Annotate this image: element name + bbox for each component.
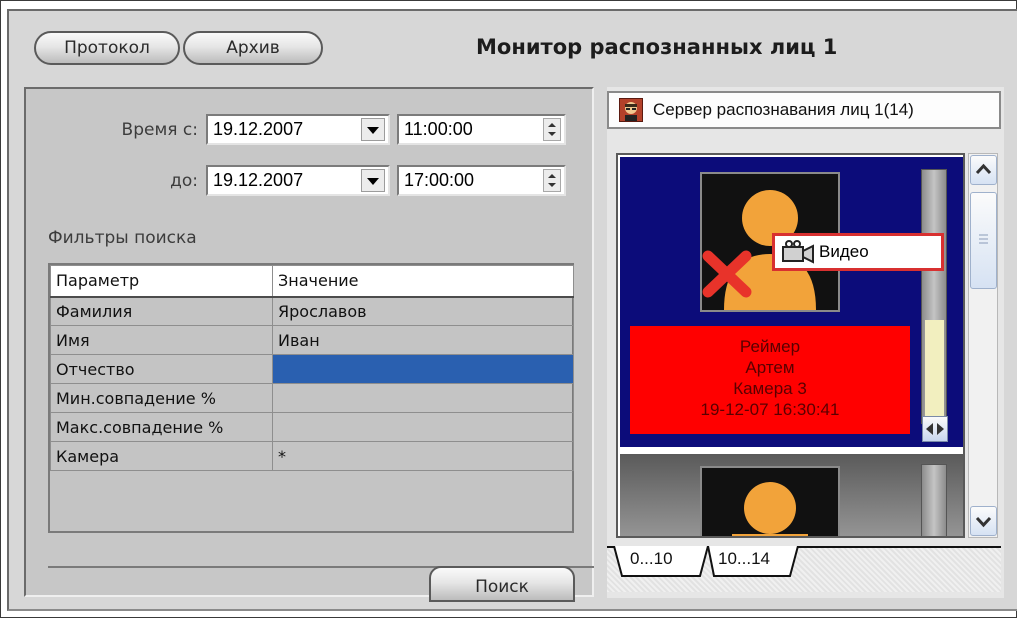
server-selector[interactable]: Сервер распознавания лиц 1(14) xyxy=(607,91,1001,129)
time-from-field[interactable]: 11:00:00 xyxy=(397,114,566,145)
similarity-bar xyxy=(921,169,947,424)
recognition-card[interactable]: Реймер Артем Камера 3 19-12-07 16:30:41 xyxy=(620,157,963,447)
person-placeholder-icon xyxy=(732,482,808,536)
time-to-field[interactable]: 17:00:00 xyxy=(397,165,566,196)
face-photo[interactable] xyxy=(700,466,840,536)
recognized-faces-list: Реймер Артем Камера 3 19-12-07 16:30:41 xyxy=(616,153,965,538)
grip-icon xyxy=(979,234,988,244)
spinner-arrows-icon xyxy=(548,174,556,187)
column-header-value[interactable]: Значение xyxy=(272,265,574,298)
date-to-field[interactable]: 19.12.2007 xyxy=(206,165,390,196)
time-from-value: 11:00:00 xyxy=(404,119,473,139)
param-cell: Имя xyxy=(50,325,273,355)
time-to-spinner[interactable] xyxy=(543,169,561,192)
table-row[interactable]: Мин.совпадение % xyxy=(50,383,574,413)
param-cell: Отчество xyxy=(50,354,273,384)
table-row[interactable]: Имя Иван xyxy=(50,325,574,355)
spinner-arrows-icon xyxy=(548,123,556,136)
menu-item-video[interactable]: Видео xyxy=(819,236,869,268)
scroll-thumb[interactable] xyxy=(970,192,997,289)
value-cell[interactable] xyxy=(272,412,574,442)
date-from-value: 19.12.2007 xyxy=(213,119,304,139)
expand-button[interactable] xyxy=(922,416,948,442)
date-to-value: 19.12.2007 xyxy=(213,170,304,190)
similarity-bar xyxy=(921,464,947,536)
chevron-down-icon xyxy=(975,516,992,528)
table-header-row: Параметр Значение xyxy=(50,265,574,298)
time-from-spinner[interactable] xyxy=(543,118,561,141)
value-cell[interactable]: Ярославов xyxy=(272,296,574,326)
table-row[interactable]: Отчество xyxy=(50,354,574,384)
scroll-up-button[interactable] xyxy=(970,155,997,185)
scroll-down-button[interactable] xyxy=(970,506,997,536)
table-row[interactable]: Камера * xyxy=(50,441,574,471)
table-row[interactable]: Макс.совпадение % xyxy=(50,412,574,442)
column-header-parameter[interactable]: Параметр xyxy=(50,265,273,298)
tab-0-10[interactable]: 0...10 xyxy=(630,549,673,569)
person-first-name: Артем xyxy=(745,358,795,377)
value-cell[interactable]: * xyxy=(272,441,574,471)
page-title: Монитор распознанных лиц 1 xyxy=(476,35,838,59)
chevron-down-icon xyxy=(367,178,379,185)
filters-label: Фильтры поиска xyxy=(48,228,197,248)
filters-table: Параметр Значение Фамилия Ярославов Имя … xyxy=(48,263,574,533)
search-button[interactable]: Поиск xyxy=(429,566,575,602)
date-from-field[interactable]: 19.12.2007 xyxy=(206,114,390,145)
time-to-label: до: xyxy=(170,171,198,191)
param-cell: Макс.совпадение % xyxy=(50,412,273,442)
protocol-button[interactable]: Протокол xyxy=(34,31,180,65)
date-to-dropdown-button[interactable] xyxy=(361,169,385,192)
person-last-name: Реймер xyxy=(739,337,801,356)
face-server-icon xyxy=(619,98,643,122)
chevron-up-icon xyxy=(975,163,992,175)
table-row[interactable]: Фамилия Ярославов xyxy=(50,296,574,326)
param-cell: Фамилия xyxy=(50,296,273,326)
recognition-datetime: 19-12-07 16:30:41 xyxy=(700,400,840,419)
archive-button[interactable]: Архив xyxy=(183,31,323,65)
date-from-dropdown-button[interactable] xyxy=(361,118,385,141)
arrows-left-right-icon xyxy=(926,423,944,435)
recognition-card[interactable] xyxy=(620,454,963,536)
param-cell: Мин.совпадение % xyxy=(50,383,273,413)
server-label: Сервер распознавания лиц 1(14) xyxy=(653,100,914,119)
chevron-down-icon xyxy=(367,127,379,134)
similarity-level xyxy=(925,320,944,420)
results-scrollbar[interactable] xyxy=(968,153,998,538)
param-cell: Камера xyxy=(50,441,273,471)
time-to-value: 17:00:00 xyxy=(404,170,475,190)
video-camera-icon xyxy=(782,240,814,264)
value-cell-selected[interactable] xyxy=(272,354,574,384)
camera-name: Камера 3 xyxy=(733,379,807,398)
context-menu: Видео xyxy=(772,233,944,271)
value-cell[interactable]: Иван xyxy=(272,325,574,355)
tab-10-14[interactable]: 10...14 xyxy=(718,549,770,569)
time-from-label: Время с: xyxy=(121,120,198,140)
value-cell[interactable] xyxy=(272,383,574,413)
recognition-info: Реймер Артем Камера 3 19-12-07 16:30:41 xyxy=(630,326,910,434)
